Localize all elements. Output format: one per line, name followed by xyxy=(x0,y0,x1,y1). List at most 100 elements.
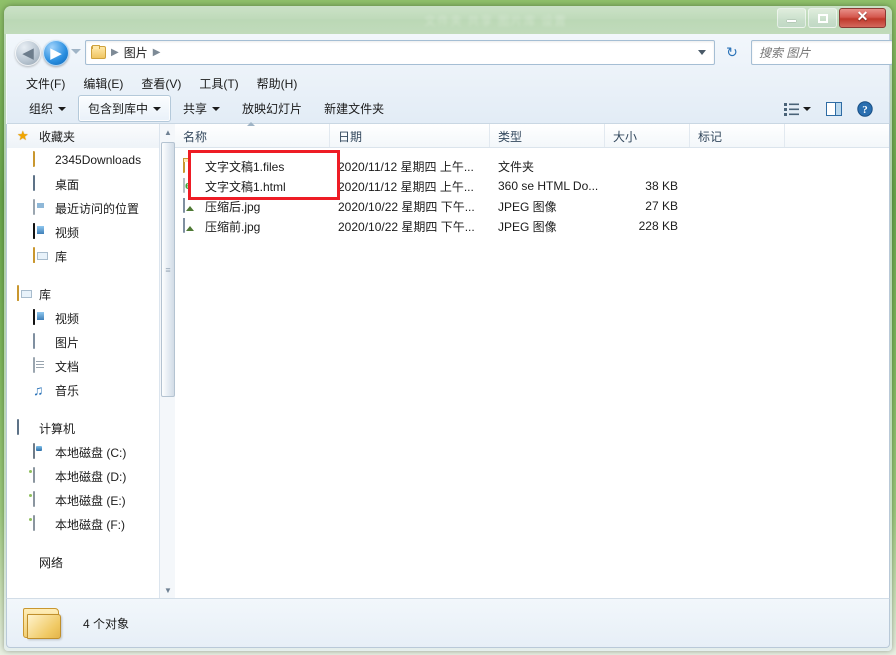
organize-button[interactable]: 组织 xyxy=(19,95,76,122)
command-toolbar: 组织 包含到库中 共享 放映幻灯片 新建文件夹 ? xyxy=(7,94,889,124)
menu-help[interactable]: 帮助(H) xyxy=(250,73,305,94)
refresh-button[interactable]: ↻ xyxy=(721,41,743,63)
sidebar-section-network[interactable]: 网络 xyxy=(7,550,175,574)
include-in-library-button[interactable]: 包含到库中 xyxy=(78,95,172,122)
search-box[interactable]: 🔍 xyxy=(751,40,892,65)
disk-icon xyxy=(33,515,35,531)
sidebar-item-pictures[interactable]: 图片 xyxy=(7,330,175,354)
item-count-label: 4 个对象 xyxy=(83,616,130,631)
sidebar-item-label: 本地磁盘 (E:) xyxy=(55,493,126,508)
sidebar-item-disk-c[interactable]: 本地磁盘 (C:) xyxy=(7,440,175,464)
sidebar-item-music[interactable]: ♫ 音乐 xyxy=(7,378,175,402)
sidebar-section-label: 收藏夹 xyxy=(39,129,76,144)
video-icon xyxy=(33,223,35,239)
chevron-down-icon xyxy=(153,106,162,111)
close-icon: ✕ xyxy=(856,10,869,25)
preview-pane-button[interactable] xyxy=(820,98,848,120)
new-folder-button[interactable]: 新建文件夹 xyxy=(314,95,394,122)
slideshow-button[interactable]: 放映幻灯片 xyxy=(232,95,312,122)
sidebar-item-2345downloads[interactable]: 2345Downloads xyxy=(7,148,175,172)
sidebar-item-label: 本地磁盘 (F:) xyxy=(55,517,125,532)
table-row[interactable]: 文字文稿1.html 2020/11/12 星期四 上午... 360 se H… xyxy=(175,176,889,196)
include-in-library-label: 包含到库中 xyxy=(88,102,149,116)
column-header-type[interactable]: 类型 xyxy=(490,124,605,147)
scroll-down-arrow-icon[interactable]: ▼ xyxy=(160,582,175,598)
navigation-row: ◀ ▶ ▶ 图片 ▶ ↻ 🔍 xyxy=(7,34,892,72)
sidebar-item-documents[interactable]: 文档 xyxy=(7,354,175,378)
window-chrome: ◀ ▶ ▶ 图片 ▶ ↻ 🔍 xyxy=(6,34,892,124)
menu-view[interactable]: 查看(V) xyxy=(134,73,188,94)
sidebar-item-library-fav[interactable]: 库 xyxy=(7,244,175,268)
menu-file[interactable]: 文件(F) xyxy=(19,73,72,94)
column-header-size[interactable]: 大小 xyxy=(605,124,690,147)
disk-icon xyxy=(33,467,35,483)
back-button[interactable]: ◀ xyxy=(15,40,41,66)
file-name-label: 文字文稿1.files xyxy=(205,159,285,174)
sidebar-item-label: 视频 xyxy=(55,311,80,326)
cell-size: 228 KB xyxy=(638,219,678,233)
sidebar-section-libraries[interactable]: 库 xyxy=(7,282,175,306)
html-file-icon xyxy=(183,177,185,193)
cell-date: 2020/10/22 星期四 下午... xyxy=(338,199,475,214)
table-row[interactable]: 文字文稿1.files 2020/11/12 星期四 上午... 文件夹 xyxy=(175,156,889,176)
cell-name[interactable]: 压缩前.jpg xyxy=(175,217,330,235)
svg-text:?: ? xyxy=(862,104,868,116)
forward-button[interactable]: ▶ xyxy=(43,40,69,66)
slideshow-label: 放映幻灯片 xyxy=(242,102,303,116)
menu-bar: 文件(F) 编辑(E) 查看(V) 工具(T) 帮助(H) xyxy=(7,72,889,94)
sidebar-item-desktop[interactable]: 桌面 xyxy=(7,172,175,196)
file-name-label: 压缩后.jpg xyxy=(205,199,261,214)
address-bar[interactable]: ▶ 图片 ▶ xyxy=(85,40,715,65)
sidebar-item-videos-fav[interactable]: 视频 xyxy=(7,220,175,244)
scrollbar-thumb[interactable] xyxy=(161,142,175,397)
sidebar-section-label: 库 xyxy=(39,287,52,302)
share-label: 共享 xyxy=(183,102,208,116)
table-row[interactable]: 压缩前.jpg 2020/10/22 星期四 下午... JPEG 图像 228… xyxy=(175,216,889,236)
cell-type: JPEG 图像 xyxy=(498,219,557,234)
desktop-icon xyxy=(33,175,35,191)
desktop-background: 文件夹 共享 图片库 设置 ✕ ◀ ▶ ▶ 图片 ▶ ↻ 搜索 图片 文件(F)… xyxy=(0,0,896,655)
sidebar-item-recent-places[interactable]: 最近访问的位置 xyxy=(7,196,175,220)
share-button[interactable]: 共享 xyxy=(173,95,230,122)
sidebar-section-favorites[interactable]: ★ 收藏夹 xyxy=(7,124,175,148)
cell-name[interactable]: 文字文稿1.html xyxy=(175,177,330,195)
sidebar-section-computer[interactable]: 计算机 xyxy=(7,416,175,440)
title-bar[interactable]: 文件夹 共享 图片库 设置 ✕ xyxy=(4,6,892,34)
sidebar-scrollbar[interactable]: ▲ ▼ xyxy=(159,124,175,598)
search-input[interactable] xyxy=(759,45,892,60)
table-row[interactable]: 压缩后.jpg 2020/10/22 星期四 下午... JPEG 图像 27 … xyxy=(175,196,889,216)
column-header-name[interactable]: 名称 xyxy=(175,122,330,147)
column-header-filler xyxy=(785,124,889,147)
column-header-date[interactable]: 日期 xyxy=(330,124,490,147)
close-button[interactable]: ✕ xyxy=(839,8,886,28)
library-icon xyxy=(33,247,35,263)
help-button[interactable]: ? xyxy=(851,97,879,121)
jpeg-file-icon xyxy=(183,197,185,213)
folder-icon xyxy=(33,151,35,167)
column-header-tags[interactable]: 标记 xyxy=(690,124,785,147)
sidebar-item-disk-e[interactable]: 本地磁盘 (E:) xyxy=(7,488,175,512)
history-dropdown-icon[interactable] xyxy=(71,49,81,54)
menu-edit[interactable]: 编辑(E) xyxy=(76,73,130,94)
scroll-up-arrow-icon[interactable]: ▲ xyxy=(160,124,175,140)
cell-type: 360 se HTML Do... xyxy=(498,179,599,193)
change-view-button[interactable] xyxy=(778,98,817,120)
cell-name[interactable]: 压缩后.jpg xyxy=(175,197,330,215)
sidebar-item-disk-d[interactable]: 本地磁盘 (D:) xyxy=(7,464,175,488)
address-dropdown-icon[interactable] xyxy=(698,50,706,55)
toolbar-right-group: ? xyxy=(778,97,889,121)
breadcrumb-separator-2[interactable]: ▶ xyxy=(153,47,161,58)
jpeg-file-icon xyxy=(183,217,185,233)
cell-date: 2020/11/12 星期四 上午... xyxy=(338,179,474,194)
breadcrumb-item-pictures[interactable]: 图片 xyxy=(124,44,148,61)
menu-tools[interactable]: 工具(T) xyxy=(192,73,245,94)
sidebar-item-disk-f[interactable]: 本地磁盘 (F:) xyxy=(7,512,175,536)
maximize-button[interactable] xyxy=(808,8,837,28)
sidebar-item-videos[interactable]: 视频 xyxy=(7,306,175,330)
status-bar: 4 个对象 xyxy=(6,598,890,648)
cell-name[interactable]: 文字文稿1.files xyxy=(175,157,330,175)
minimize-button[interactable] xyxy=(777,8,806,28)
music-icon: ♫ xyxy=(33,382,44,398)
